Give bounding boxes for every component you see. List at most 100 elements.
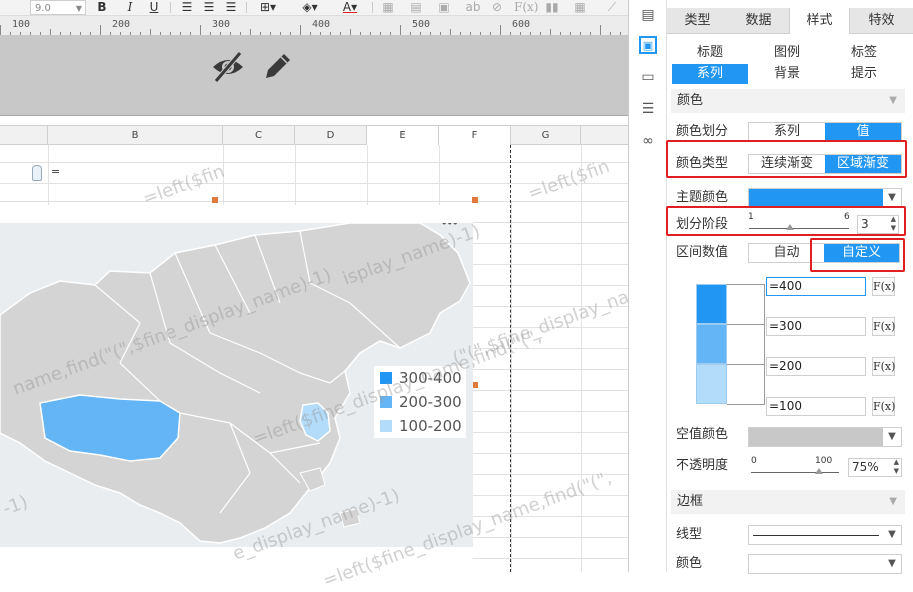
chart-icon[interactable]: ▮▮ [544, 0, 560, 15]
formula-button[interactable]: F(x) [872, 357, 895, 376]
font-color-button[interactable]: A▾ [336, 0, 364, 15]
theme-color-select[interactable]: ▼ [748, 188, 902, 208]
interval-color-200[interactable] [696, 364, 727, 404]
color-division-value[interactable]: 值 [825, 123, 901, 141]
column-header-c[interactable]: C [223, 126, 295, 145]
opacity-spinner[interactable]: 75% ▲ ▼ [848, 458, 902, 477]
subtab-tooltip[interactable]: 提示 [826, 64, 902, 84]
spinner-arrows-icon[interactable]: ▲ ▼ [891, 215, 896, 233]
formula-button[interactable]: F(x) [872, 397, 895, 416]
stages-slider-track[interactable] [749, 228, 849, 229]
border-icon[interactable]: ⊞▾ [254, 0, 282, 15]
subtab-title[interactable]: 标题 [672, 43, 748, 63]
opacity-slider-thumb[interactable] [815, 468, 823, 474]
color-division-series[interactable]: 系列 [749, 123, 825, 141]
color-section-header[interactable]: 颜色 ▼ [671, 89, 905, 113]
condition-icon[interactable]: ☰ [639, 100, 657, 118]
legend-item[interactable]: 100-200 [380, 416, 462, 436]
column-header-e[interactable]: E [367, 126, 439, 145]
pencil-icon[interactable] [262, 50, 294, 82]
chevron-down-icon: ▼ [883, 428, 901, 446]
resize-handle[interactable] [472, 197, 478, 203]
align-left-icon[interactable]: ☰ [180, 0, 194, 15]
formula-button[interactable]: F(x) [872, 317, 895, 336]
interval-input-400[interactable]: =400 [766, 277, 866, 296]
legend-item[interactable]: 300-400 [380, 368, 462, 388]
color-type-region[interactable]: 区域渐变 [825, 155, 901, 173]
ruler-tick [540, 32, 541, 35]
widget-icon[interactable]: ▭ [639, 68, 657, 86]
grid-column-line [439, 145, 440, 205]
subtab-legend[interactable]: 图例 [749, 43, 825, 63]
fill-color-icon[interactable]: ◈▾ [296, 0, 324, 15]
eye-off-icon[interactable] [210, 50, 246, 84]
column-header[interactable] [581, 126, 628, 145]
grid-column-line [295, 145, 296, 205]
interval-input-200[interactable]: =200 [766, 357, 866, 376]
column-header-f[interactable]: F [439, 126, 511, 145]
null-color-select[interactable]: ▼ [748, 427, 902, 447]
stages-spinner[interactable]: 3 ▲ ▼ [857, 215, 899, 234]
spinner-arrows-icon[interactable]: ▲ ▼ [894, 458, 899, 476]
interval-input-300[interactable]: =300 [766, 317, 866, 336]
ruler-tick [250, 29, 251, 35]
table-icon[interactable]: ▦ [572, 0, 588, 15]
link-icon[interactable]: ∞ [639, 132, 657, 150]
merge-icon[interactable]: ▤ [408, 0, 424, 15]
column-header-d[interactable]: D [295, 126, 367, 145]
subtab-background[interactable]: 背景 [749, 64, 825, 84]
legend-item[interactable]: 200-300 [380, 392, 462, 412]
tab-style[interactable]: 样式 [789, 8, 850, 34]
ruler-tick [310, 32, 311, 35]
column-header-g[interactable]: G [511, 126, 581, 145]
interval-color-300[interactable] [696, 324, 727, 364]
bold-button[interactable]: B [96, 0, 108, 15]
map-legend: 300-400 200-300 100-200 [374, 366, 466, 438]
color-type-continuous[interactable]: 连续渐变 [749, 155, 825, 173]
text-ab-icon[interactable]: ab [464, 0, 482, 15]
tab-effects[interactable]: 特效 [850, 8, 913, 34]
align-right-icon[interactable]: ☰ [224, 0, 238, 15]
more-icon[interactable]: ••• [441, 223, 458, 230]
formula-icon[interactable]: F(x) [514, 0, 538, 15]
ruler-label: 200 [112, 19, 131, 30]
chart-attributes-icon[interactable]: ▣ [639, 36, 657, 54]
ruler-tick [470, 32, 471, 35]
legend-swatch [380, 396, 392, 408]
italic-button[interactable]: I [124, 0, 136, 15]
interval-input-100[interactable]: =100 [766, 397, 866, 416]
font-size-select[interactable]: 9.0 ▼ [30, 0, 86, 15]
cell-icon[interactable]: ▦ [380, 0, 396, 15]
tab-type[interactable]: 类型 [667, 8, 728, 34]
ruler-tick [180, 32, 181, 35]
column-header-b[interactable]: B [48, 126, 223, 145]
border-section-header[interactable]: 边框 ▼ [671, 490, 905, 514]
border-color-select[interactable]: ▼ [748, 554, 902, 574]
grid-row-line [473, 201, 628, 202]
ruler-tick [260, 32, 261, 35]
column-header[interactable] [0, 126, 48, 145]
align-center-icon[interactable]: ☰ [202, 0, 216, 15]
font-size-value: 9.0 [35, 3, 51, 14]
cell-attributes-icon[interactable]: ▤ [639, 6, 657, 24]
cell-formula[interactable]: = [51, 165, 60, 178]
subtab-label[interactable]: 标签 [826, 43, 902, 63]
resize-handle[interactable] [212, 197, 218, 203]
formula-button[interactable]: F(x) [872, 277, 895, 296]
ruler-tick [270, 32, 271, 35]
underline-button[interactable]: U [148, 0, 160, 15]
grid-column-line [223, 145, 224, 205]
grid-row-line [473, 327, 628, 328]
stages-slider-thumb[interactable] [786, 224, 794, 230]
map-region-islands[interactable] [299, 467, 361, 528]
interval-color-400[interactable] [696, 284, 727, 324]
brush-icon[interactable]: ⟋ [604, 0, 620, 15]
tab-data[interactable]: 数据 [728, 8, 789, 34]
insert-image-icon[interactable]: ▣ [436, 0, 452, 15]
hyperlink-icon[interactable]: ⊘ [490, 0, 504, 15]
connector-line [727, 404, 765, 405]
legend-label: 300-400 [399, 369, 462, 387]
opacity-slider-track[interactable] [751, 472, 839, 473]
subtab-series[interactable]: 系列 [672, 64, 748, 84]
line-type-select[interactable]: ▼ [748, 525, 902, 545]
